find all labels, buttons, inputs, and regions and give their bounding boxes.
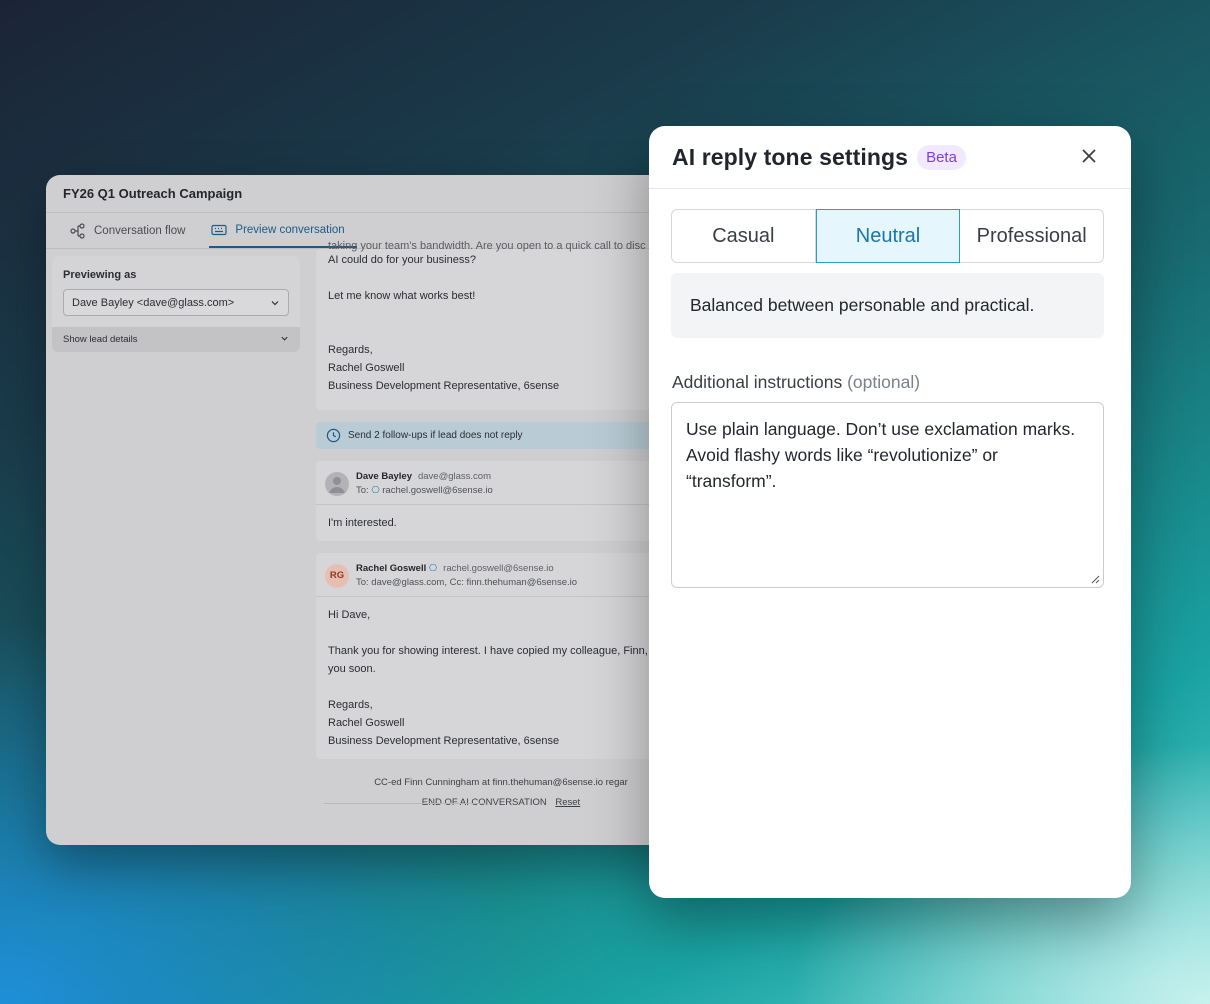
email-line: Regards, [328, 344, 373, 356]
avatar [325, 471, 349, 496]
campaign-title: FY26 Q1 Outreach Campaign [46, 175, 686, 213]
show-lead-details-label: Show lead details [63, 334, 138, 345]
email-line: Rachel Goswell [328, 717, 405, 729]
end-label: END OF AI CONVERSATION [421, 797, 547, 808]
instructions-label-text: Additional instructions [672, 372, 843, 392]
user-icon [329, 476, 345, 493]
lead-select-value: Dave Bayley <dave@glass.com> [72, 296, 235, 309]
close-button[interactable] [1081, 142, 1097, 168]
chevron-down-icon [271, 300, 279, 305]
response-body: Hi Dave, Thank you for showing interest.… [316, 597, 686, 759]
tone-neutral[interactable]: Neutral [815, 209, 961, 263]
tone-settings-modal: AI reply tone settings Beta Casual Neutr… [649, 126, 1131, 898]
instructions-value: Use plain language. Don’t use exclamatio… [686, 419, 1076, 491]
email-line: Business Development Representative, 6se… [328, 735, 560, 747]
instructions-textarea[interactable]: Use plain language. Don’t use exclamatio… [671, 402, 1104, 588]
ai-response-card: RG Rachel Goswell ⎔ rachel.goswell@6sense… [316, 553, 686, 759]
email-line: Business Development Representative, 6se… [328, 380, 560, 392]
tab-label: Preview conversation [235, 223, 345, 236]
outreach-email-card: taking your team's bandwidth. Are you op… [316, 240, 686, 410]
clock-icon [326, 428, 341, 443]
tone-description: Balanced between personable and practica… [671, 273, 1104, 338]
modal-header: AI reply tone settings Beta [649, 126, 1131, 189]
email-line: AI could do for your business? [328, 254, 476, 266]
avatar: RG [325, 563, 349, 588]
email-line: you soon. [328, 663, 376, 675]
show-lead-details-toggle[interactable]: Show lead details [52, 327, 300, 352]
sender-email: rachel.goswell@6sense.io [443, 563, 554, 574]
sender-name: Dave Bayley [356, 471, 412, 482]
campaign-window: FY26 Q1 Outreach Campaign Conversation f… [46, 175, 686, 845]
flow-icon [70, 222, 85, 239]
recipient-prefix: To: [356, 485, 372, 496]
email-line: Let me know what works best! [328, 290, 476, 302]
end-of-conversation: END OF AI CONVERSATION Reset [316, 797, 686, 808]
preview-settings-panel: Previewing as Dave Bayley <dave@glass.co… [52, 256, 300, 352]
lead-select[interactable]: Dave Bayley <dave@glass.com> [63, 289, 289, 316]
bot-icon: ⎔ [371, 485, 383, 496]
chevron-down-icon [281, 336, 288, 341]
tone-casual[interactable]: Casual [672, 210, 816, 262]
lead-reply-card: Dave Bayley dave@glass.com To: ⎔ rachel.g… [316, 461, 686, 541]
previewing-label: Previewing as [63, 269, 137, 281]
conversation-preview: taking your team's bandwidth. Are you op… [316, 240, 686, 808]
followup-rule: Send 2 follow-ups if lead does not reply [316, 422, 686, 449]
optional-tag: (optional) [847, 372, 921, 392]
sender-email: dave@glass.com [417, 471, 491, 482]
email-line: Regards, [328, 699, 373, 711]
tone-selector: Casual Neutral Professional [671, 209, 1104, 263]
tab-label: Conversation flow [94, 224, 186, 237]
email-line: Thank you for showing interest. I have c… [328, 645, 648, 657]
email-cut-text: taking your team's bandwidth. Are you op… [328, 240, 646, 252]
reply-body: I'm interested. [328, 517, 397, 529]
instructions-label: Additional instructions (optional) [672, 372, 920, 393]
reset-link[interactable]: Reset [555, 797, 580, 808]
tone-professional[interactable]: Professional [960, 210, 1103, 262]
close-icon [1082, 149, 1096, 163]
sender-name: Rachel Goswell [356, 563, 427, 574]
bot-icon: ⎔ [426, 563, 438, 574]
modal-title: AI reply tone settings [672, 143, 909, 170]
email-line: Hi Dave, [328, 609, 371, 621]
recipient-address: rachel.goswell@6sense.io [382, 485, 493, 496]
email-line: Rachel Goswell [328, 362, 405, 374]
beta-badge: Beta [917, 144, 966, 170]
tab-conversation-flow[interactable]: Conversation flow [68, 213, 197, 248]
followup-text: Send 2 follow-ups if lead does not reply [348, 430, 523, 441]
cc-note: CC-ed Finn Cunningham at finn.thehuman@6… [374, 777, 628, 788]
keyboard-icon [211, 224, 228, 235]
resize-grip-icon[interactable] [1091, 575, 1100, 584]
recipients: To: dave@glass.com, Cc: finn.thehuman@6s… [356, 577, 578, 588]
